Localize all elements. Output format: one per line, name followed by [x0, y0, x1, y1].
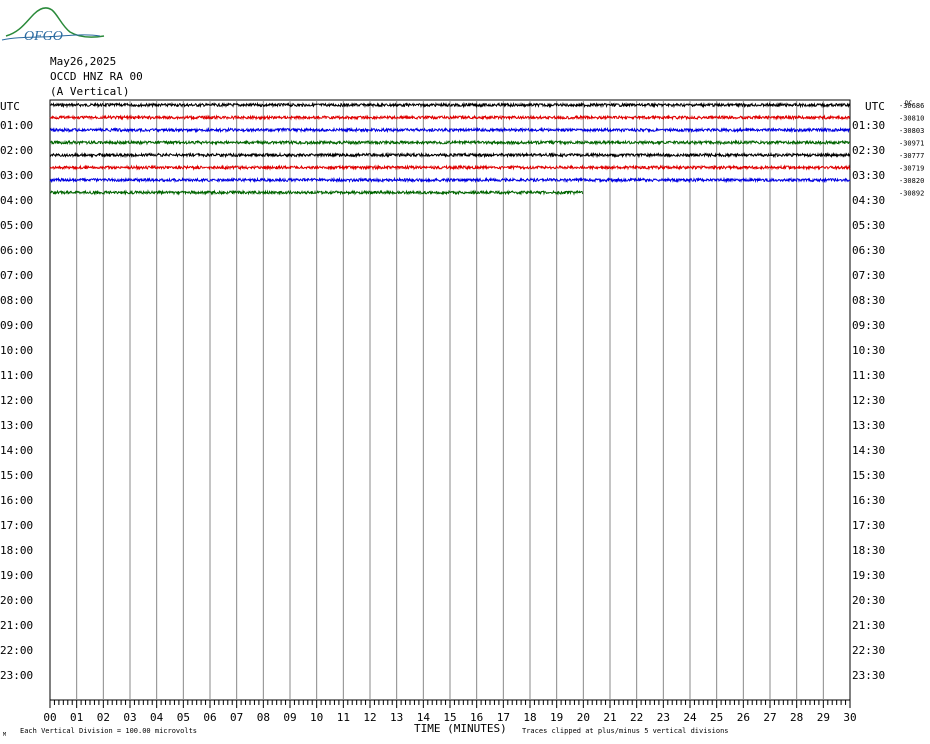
row-label-left: 06:00: [0, 244, 33, 257]
row-label-right: 05:30: [852, 219, 885, 232]
dc-label: -30820: [899, 177, 924, 185]
x-axis-title: TIME (MINUTES): [414, 722, 507, 735]
minute-gridlines: [76, 100, 824, 700]
x-tick-label: 29: [817, 711, 830, 724]
x-tick-label: 30: [843, 711, 856, 724]
row-label-right: 03:30: [852, 169, 885, 182]
row-label-right: 14:30: [852, 444, 885, 457]
row-label-right: 02:30: [852, 144, 885, 157]
dc-label: -30971: [899, 140, 924, 148]
x-tick-label: 08: [257, 711, 270, 724]
row-label-left: 19:00: [0, 569, 33, 582]
minor-ticks: [49, 700, 851, 708]
row-label-left: 11:00: [0, 369, 33, 382]
row-label-left: 20:00: [0, 594, 33, 607]
x-tick-label: 11: [337, 711, 350, 724]
x-tick-label: 04: [150, 711, 164, 724]
row-label-left: 15:00: [0, 469, 33, 482]
utc-left-label: UTC: [0, 100, 20, 113]
x-tick-label: 05: [177, 711, 190, 724]
x-tick-label: 01: [70, 711, 83, 724]
row-labels: 01:00 02:00 03:00 04:00 05:00 06:00 07:00 08:00…: [0, 119, 885, 682]
row-label-right: 15:30: [852, 469, 885, 482]
row-label-right: 11:30: [852, 369, 885, 382]
x-tick-label: 21: [603, 711, 616, 724]
row-label-right: 17:30: [852, 519, 885, 532]
row-label-left: 21:00: [0, 619, 33, 632]
dc-label: -30803: [899, 127, 924, 135]
x-tick-label: 02: [97, 711, 110, 724]
row-label-right: 23:30: [852, 669, 885, 682]
x-tick-label: 03: [123, 711, 136, 724]
row-label-right: 21:30: [852, 619, 885, 632]
dc-label: -30777: [899, 152, 924, 160]
dc-label: -30810: [899, 115, 924, 123]
x-tick-label: 12: [363, 711, 376, 724]
row-label-left: 02:00: [0, 144, 33, 157]
row-label-left: 03:00: [0, 169, 33, 182]
row-label-right: 10:30: [852, 344, 885, 357]
x-tick-label: 22: [630, 711, 643, 724]
x-tick-label: 27: [763, 711, 776, 724]
x-tick-label: 24: [683, 711, 697, 724]
row-label-right: 18:30: [852, 544, 885, 557]
scale-note: Each Vertical Division = 100.00 microvol…: [20, 727, 197, 735]
dc-labels: -30686-30810-30803-30971-30777-30719-308…: [899, 102, 924, 198]
x-tick-label: 20: [577, 711, 590, 724]
row-label-left: 14:00: [0, 444, 33, 457]
x-tick-label: 07: [230, 711, 243, 724]
row-label-right: 19:30: [852, 569, 885, 582]
row-label-left: 01:00: [0, 119, 33, 132]
dc-label: -30892: [899, 190, 924, 198]
x-tick-label: 26: [737, 711, 750, 724]
row-label-right: 01:30: [852, 119, 885, 132]
row-label-left: 07:00: [0, 269, 33, 282]
row-label-right: 08:30: [852, 294, 885, 307]
trace-line-5: [49, 164, 851, 171]
trace-line-3: [49, 139, 851, 146]
x-tick-label: 09: [283, 711, 296, 724]
corner-mark: M: [3, 732, 6, 738]
utc-right-label: UTC: [865, 100, 885, 113]
row-label-left: 16:00: [0, 494, 33, 507]
row-label-left: 13:00: [0, 419, 33, 432]
dc-label: -30719: [899, 165, 924, 173]
row-label-left: 23:00: [0, 669, 33, 682]
helicorder-chart: 00 01 02 03 04 05 06 07 08 09 10 11 12 13 14 15 16 17 18 19…: [0, 99, 924, 738]
trace-line-6: [49, 176, 851, 184]
x-tick-label: 18: [523, 711, 536, 724]
row-label-left: 22:00: [0, 644, 33, 657]
clip-note: Traces clipped at plus/minus 5 vertical …: [522, 727, 729, 735]
x-tick-label: 06: [203, 711, 216, 724]
row-label-right: 22:30: [852, 644, 885, 657]
row-label-left: 18:00: [0, 544, 33, 557]
row-label-right: 09:30: [852, 319, 885, 332]
row-label-right: 16:30: [852, 494, 885, 507]
row-label-right: 13:30: [852, 419, 885, 432]
row-label-right: 12:30: [852, 394, 885, 407]
row-label-left: 09:00: [0, 319, 33, 332]
row-label-left: 08:00: [0, 294, 33, 307]
x-tick-label: 25: [710, 711, 723, 724]
x-tick-label: 23: [657, 711, 670, 724]
row-label-left: 10:00: [0, 344, 33, 357]
x-tick-label: 28: [790, 711, 803, 724]
row-label-left: 05:00: [0, 219, 33, 232]
row-label-left: 12:00: [0, 394, 33, 407]
x-tick-label: 13: [390, 711, 403, 724]
x-tick-label: 19: [550, 711, 563, 724]
dc-header-label: DC: [905, 100, 913, 107]
row-label-right: 07:30: [852, 269, 885, 282]
x-tick-label: 10: [310, 711, 323, 724]
row-label-right: 20:30: [852, 594, 885, 607]
trace-line-0: [50, 101, 851, 109]
row-label-left: 17:00: [0, 519, 33, 532]
row-label-right: 06:30: [852, 244, 885, 257]
row-label-right: 04:30: [852, 194, 885, 207]
x-tick-label: 00: [43, 711, 56, 724]
trace-line-1: [49, 114, 850, 121]
row-label-left: 04:00: [0, 194, 33, 207]
